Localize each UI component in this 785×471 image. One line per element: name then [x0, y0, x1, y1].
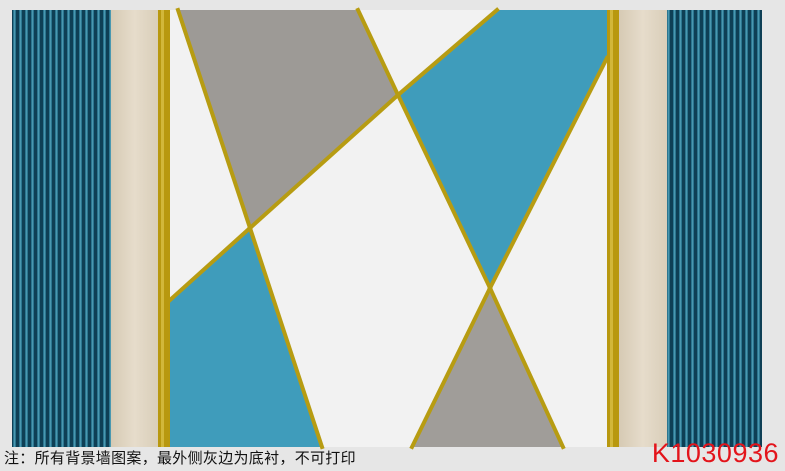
right-stripe-panel [667, 10, 762, 447]
left-stripe-panel [12, 10, 111, 447]
backing-note: 注：所有背景墙图案，最外侧灰边为底衬，不可打印 [4, 449, 356, 467]
right-beige-panel [619, 10, 667, 447]
wallpaper-mural [0, 0, 785, 471]
right-gold-post-highlight [610, 10, 613, 447]
left-beige-panel [111, 10, 158, 447]
product-code: K1030936 [651, 438, 779, 468]
left-gold-post-highlight [161, 10, 164, 447]
